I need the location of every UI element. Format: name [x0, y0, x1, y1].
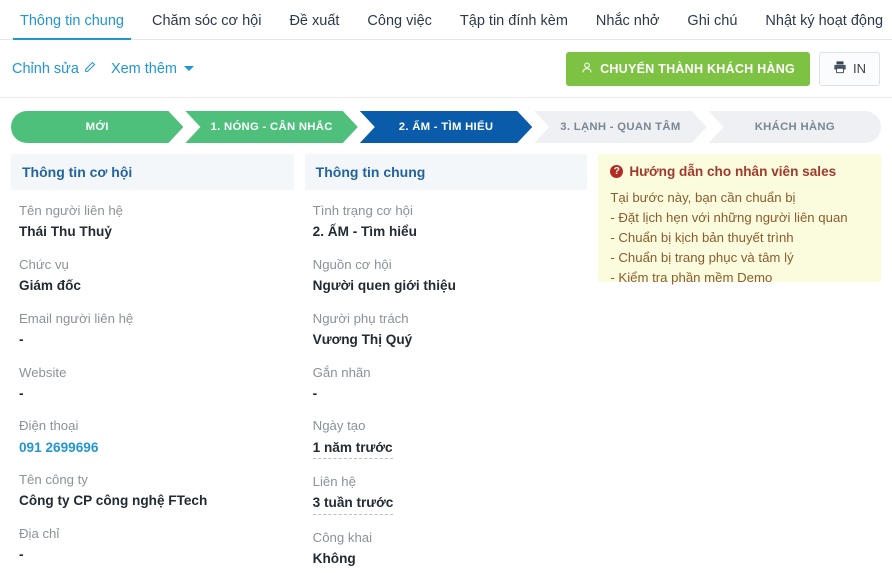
field-value: 3 tuần trước [312, 493, 394, 516]
toolbar-left-actions: Chỉnh sửa Xem thêm [12, 60, 195, 77]
field-label: Tình trạng cơ hội [312, 203, 413, 218]
field-value: Giám đốc [19, 277, 81, 293]
field-value[interactable]: 091 2699696 [19, 438, 286, 458]
field-value: 2. ẤM - Tìm hiểu [312, 224, 417, 240]
field-row: Điện thoại 091 2699696 [19, 416, 286, 457]
field-value: Không [312, 551, 356, 567]
tab-4[interactable]: Tập tin đính kèm [446, 13, 582, 40]
field-row: Địa chỉ - [19, 524, 286, 565]
sales-guide-lines: Tại bước này, bạn cần chuẩn bị - Đặt lịch… [610, 188, 869, 288]
tab-6[interactable]: Ghi chú [673, 13, 751, 40]
field-label: Người phụ trách [312, 310, 409, 326]
field-value: - [312, 385, 318, 401]
stepper-step-4[interactable]: KHÁCH HÀNG [708, 111, 882, 143]
sales-guide-line: - Chuẩn bị kịch bản thuyết trình [610, 230, 794, 246]
sales-guide-line: - Đặt lịch hẹn với những người liên quan [610, 210, 848, 226]
field-label: Gắn nhãn [312, 364, 371, 380]
action-toolbar: Chỉnh sửa Xem thêm CHUYỂN THÀNH KHÁCH HÀ… [0, 40, 892, 98]
convert-to-customer-button[interactable]: CHUYỂN THÀNH KHÁCH HÀNG [566, 51, 810, 86]
field-row: Liên hệ 3 tuần trước [312, 472, 580, 516]
field-value: Thái Thu Thuỷ [19, 224, 112, 240]
tab-0[interactable]: Thông tin chung [6, 13, 138, 40]
field-label: Liên hệ [312, 474, 356, 490]
field-label: Địa chỉ [19, 526, 60, 542]
stepper-step-label: 1. NÓNG - CÂN NHẮC [210, 121, 333, 133]
stepper-step-label: 2. ẤM - TÌM HIỂU [398, 121, 494, 133]
field-row: Ngày tạo 1 năm trước [312, 416, 580, 460]
more-menu[interactable]: Xem thêm [110, 60, 195, 77]
field-value: Công ty CP công nghệ FTech [19, 493, 208, 509]
sales-guide-title: Hướng dẫn cho nhân viên sales [629, 164, 837, 179]
field-row: Email người liên hệ - [19, 309, 286, 350]
general-panel-title: Thông tin chung [304, 154, 588, 190]
general-info-panel: Thông tin chung Tình trạng cơ hội 2. ẤM -… [304, 154, 588, 566]
field-row: Người phụ trách Vương Thị Quý [313, 309, 580, 350]
more-label: Xem thêm [110, 60, 178, 77]
field-label: Email người liên hệ [19, 310, 134, 326]
field-row: Tình trạng cơ hội 2. ẤM - Tìm hiểu [313, 201, 580, 242]
sales-guide-line: - Kiểm tra phần mềm Demo [610, 270, 773, 286]
stepper-step-label: MỚI [85, 121, 109, 133]
chevron-down-icon [184, 66, 195, 71]
field-label: Công khai [312, 530, 373, 546]
print-label: IN [853, 61, 866, 76]
field-row: Tên người liên hệ Thái Thu Thuỷ [19, 201, 286, 242]
field-value: 1 năm trước [312, 438, 393, 460]
opportunity-fields: Tên người liên hệ Thái Thu Thuỷ Chức vụ Giá… [11, 190, 294, 573]
toolbar-right-actions: CHUYỂN THÀNH KHÁCH HÀNG IN [566, 51, 880, 86]
field-value: - [19, 385, 24, 401]
tab-1[interactable]: Chăm sóc cơ hội [138, 13, 275, 40]
question-mark-icon: ? [610, 165, 624, 178]
stepper-step-0[interactable]: MỚI [11, 111, 183, 143]
field-row: Gắn nhãn - [313, 363, 580, 404]
sales-guide-panel: ? Hướng dẫn cho nhân viên sales Tại bước… [598, 154, 882, 563]
field-label: Website [19, 364, 67, 380]
opportunity-info-panel: Thông tin cơ hội Tên người liên hệ Thái T… [11, 154, 294, 563]
field-label: Nguồn cơ hội [312, 256, 392, 272]
field-row: Website - [19, 363, 286, 404]
printer-icon [833, 60, 847, 77]
field-row: Tên công ty Công ty CP công nghệ FTech [19, 470, 286, 511]
tab-7[interactable]: Nhật ký hoạt động [751, 13, 892, 40]
content-columns: Thông tin cơ hội Tên người liên hệ Thái T… [0, 143, 892, 566]
tab-5[interactable]: Nhắc nhở [582, 13, 674, 40]
stepper-step-label: KHÁCH HÀNG [754, 121, 835, 133]
stepper-step-3[interactable]: 3. LẠNH - QUAN TÂM [534, 111, 706, 143]
field-row: Công khai Không [313, 528, 580, 569]
stepper-step-label: 3. LẠNH - QUAN TÂM [560, 121, 681, 133]
sales-guide-box: ? Hướng dẫn cho nhân viên sales Tại bước… [598, 154, 882, 285]
field-label: Chức vụ [19, 256, 69, 272]
edit-label: Chỉnh sửa [12, 60, 79, 77]
main-tab-bar: Thông tin chung Chăm sóc cơ hội Đề xuất Côn… [0, 0, 892, 40]
tab-2[interactable]: Đề xuất [275, 13, 353, 40]
field-value: - [19, 547, 24, 563]
edit-link[interactable]: Chỉnh sửa [12, 60, 97, 77]
sales-guide-line: - Chuẩn bị trang phục và tâm lý [610, 250, 794, 266]
field-label: Tên người liên hệ [19, 203, 123, 218]
field-row: Chức vụ Giám đốc [19, 255, 286, 296]
field-value: Người quen giới thiệu [312, 277, 456, 293]
general-fields: Tình trạng cơ hội 2. ẤM - Tìm hiểu Nguồn c… [305, 190, 588, 569]
sales-guide-line: Tại bước này, bạn cần chuẩn bị [610, 190, 796, 205]
print-button[interactable]: IN [819, 51, 880, 86]
sales-guide-header: ? Hướng dẫn cho nhân viên sales [610, 164, 869, 179]
field-label: Ngày tạo [312, 418, 366, 434]
user-icon [581, 61, 593, 77]
pencil-icon [84, 60, 97, 77]
pipeline-stepper-container: MỚI 1. NÓNG - CÂN NHẮC 2. ẤM - TÌM HIỂU 3. … [0, 98, 892, 143]
field-label: Điện thoại [19, 418, 79, 434]
tab-3[interactable]: Công việc [353, 13, 445, 40]
stepper-step-2[interactable]: 2. ẤM - TÌM HIỂU [360, 111, 532, 143]
field-label: Tên công ty [19, 472, 88, 488]
stepper-step-1[interactable]: 1. NÓNG - CÂN NHẮC [185, 111, 357, 143]
field-value: - [19, 331, 24, 347]
field-value: Vương Thị Quý [312, 331, 413, 347]
field-row: Nguồn cơ hội Người quen giới thiệu [313, 255, 580, 296]
pipeline-stepper: MỚI 1. NÓNG - CÂN NHẮC 2. ẤM - TÌM HIỂU 3. … [11, 111, 882, 143]
convert-label: CHUYỂN THÀNH KHÁCH HÀNG [600, 61, 795, 76]
opportunity-panel-title: Thông tin cơ hội [11, 154, 294, 190]
